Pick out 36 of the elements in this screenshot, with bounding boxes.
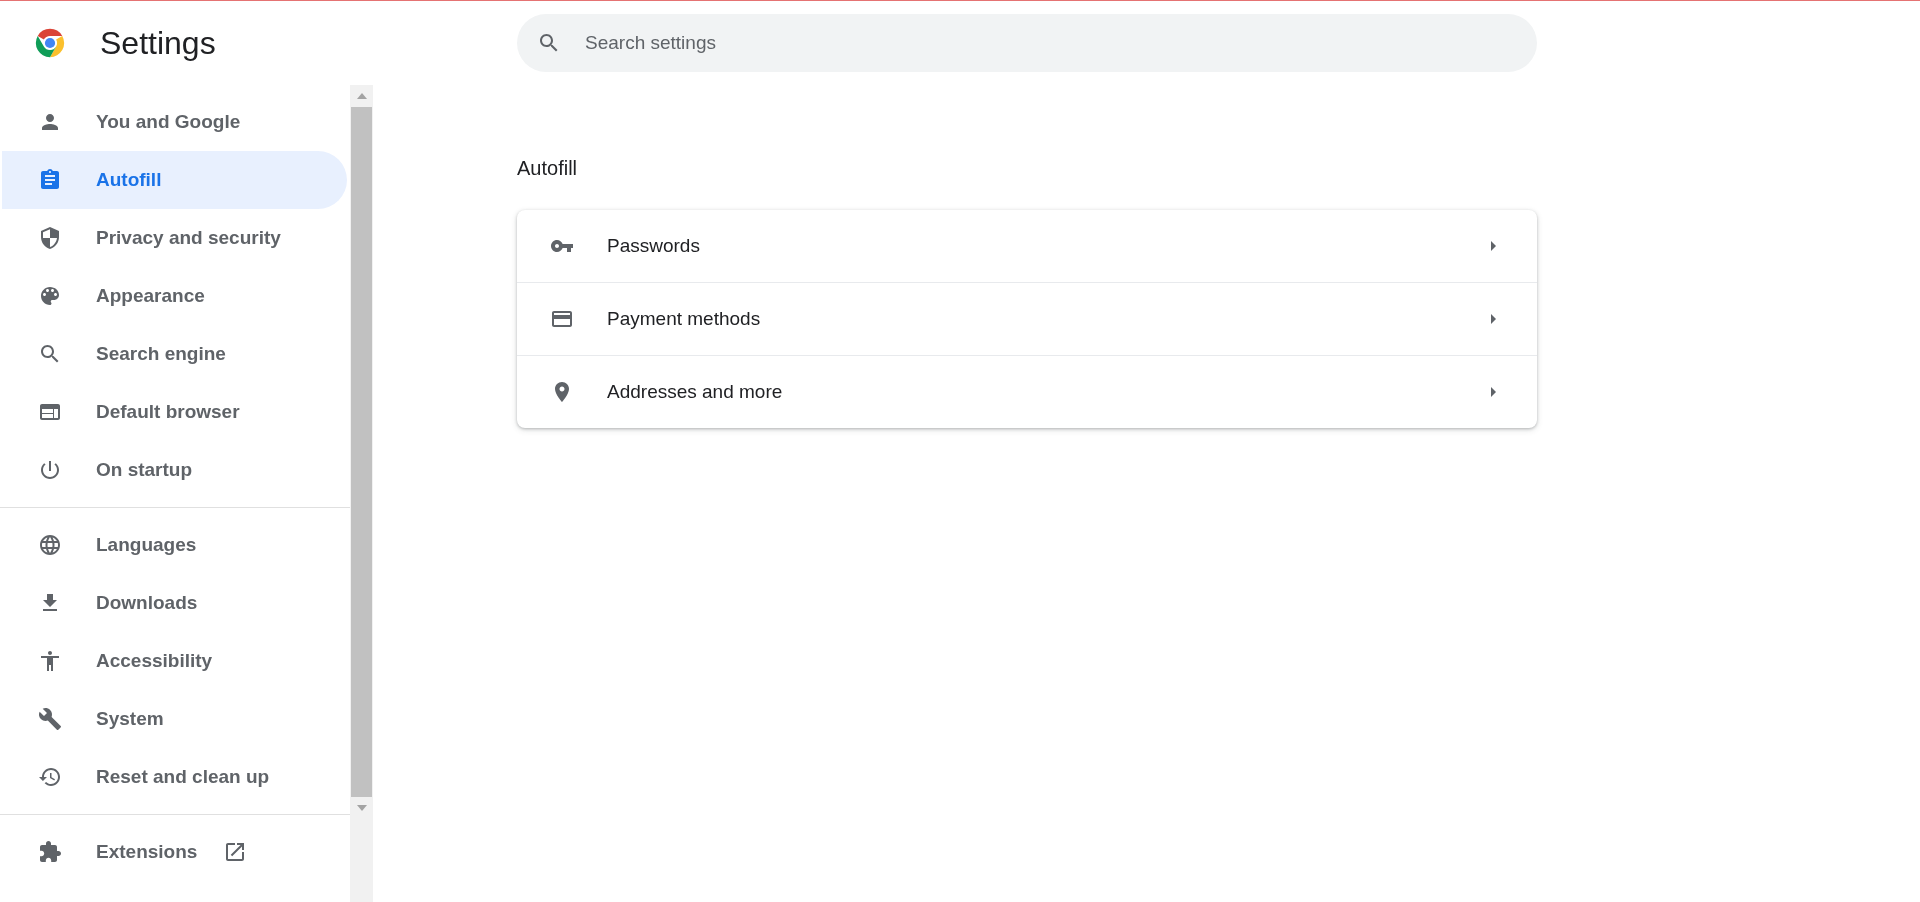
search-field[interactable]: Search settings	[517, 14, 1537, 72]
puzzle-piece-icon	[38, 840, 62, 864]
sidebar-item[interactable]: Default browser	[2, 383, 347, 441]
sidebar-item[interactable]: Privacy and security	[2, 209, 347, 267]
settings-row[interactable]: Payment methods	[517, 282, 1537, 355]
globe-icon	[38, 533, 62, 557]
wrench-icon	[38, 707, 62, 731]
power-icon	[38, 458, 62, 482]
shield-icon	[38, 226, 62, 250]
clipboard-icon	[38, 168, 62, 192]
scrollbar-thumb[interactable]	[351, 107, 372, 797]
history-icon	[38, 765, 62, 789]
sidebar-item[interactable]: Appearance	[2, 267, 347, 325]
sidebar-item[interactable]: You and Google	[2, 93, 347, 151]
sidebar-item[interactable]: Search engine	[2, 325, 347, 383]
caret-icon	[1490, 386, 1497, 398]
caret-icon	[1490, 240, 1497, 252]
settings-row[interactable]: Addresses and more	[517, 355, 1537, 428]
scroll-up-icon[interactable]	[356, 93, 367, 99]
sidebar-item[interactable]: System	[2, 690, 347, 748]
settings-row[interactable]: Passwords	[517, 210, 1537, 282]
scrollbar[interactable]	[350, 85, 373, 902]
palette-icon	[38, 284, 62, 308]
page-title: Settings	[100, 24, 216, 62]
sidebar-item[interactable]: Reset and clean up	[2, 748, 347, 806]
sidebar-item[interactable]: On startup	[2, 441, 347, 499]
sidebar-item[interactable]: Languages	[2, 516, 347, 574]
sidebar-item[interactable]: Downloads	[2, 574, 347, 632]
caret-icon	[1490, 313, 1497, 325]
sidebar-item[interactable]: Extensions	[2, 823, 347, 881]
sidebar-item[interactable]: Autofill	[2, 151, 347, 209]
scroll-down-icon[interactable]	[356, 805, 367, 811]
sidebar-item[interactable]: Accessibility	[2, 632, 347, 690]
section-title: Autofill	[517, 157, 579, 180]
chrome-logo-icon	[33, 26, 67, 60]
accessibility-icon	[38, 649, 62, 673]
